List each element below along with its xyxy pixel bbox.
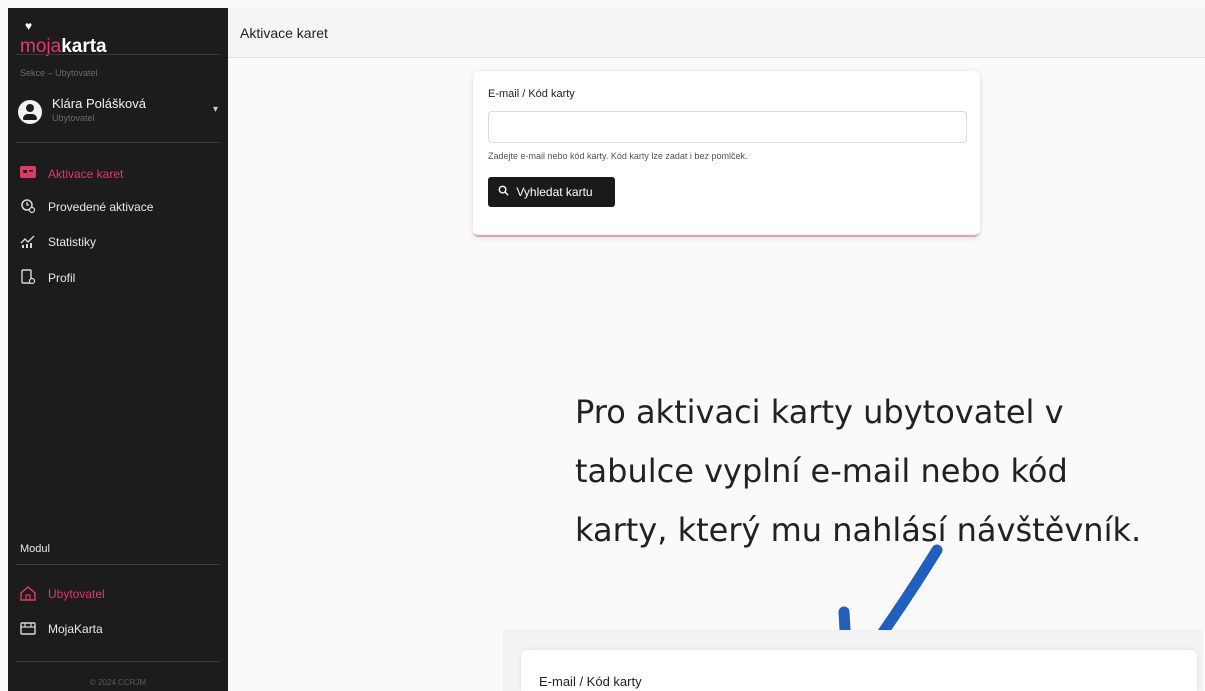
preview-panel: E-mail / Kód karty (503, 630, 1203, 691)
divider (16, 661, 220, 662)
search-card-button[interactable]: Vyhledat kartu (488, 177, 615, 207)
field-label: E-mail / Kód karty (488, 88, 575, 100)
sidebar: ♥ mojakarta Sekce – Ubytovatel Klára Pol… (8, 8, 228, 691)
card-icon (20, 165, 36, 181)
page-title: Aktivace karet (240, 25, 328, 41)
module-item-ubytovatel[interactable]: Ubytovatel (20, 582, 220, 606)
user-menu[interactable]: Klára Polášková Ubytovatel ▾ (18, 96, 218, 136)
user-role: Ubytovatel (52, 113, 95, 123)
preview-field-label: E-mail / Kód karty (539, 674, 642, 689)
user-name: Klára Polášková (52, 96, 146, 111)
search-icon (498, 185, 512, 199)
topbar: Aktivace karet (228, 8, 1205, 58)
sidebar-item-label: Statistiky (48, 235, 97, 249)
section-label: Sekce – Ubytovatel (20, 68, 98, 78)
search-card-button-label: Vyhledat kartu (516, 185, 593, 199)
divider (16, 54, 220, 55)
history-icon (20, 198, 36, 214)
divider (16, 564, 220, 565)
search-card: E-mail / Kód karty Zadejte e-mail nebo k… (473, 71, 980, 237)
chart-icon (20, 233, 36, 249)
house-icon (20, 585, 36, 601)
email-or-card-input[interactable] (488, 111, 967, 143)
module-item-mojakarta[interactable]: MojaKarta (20, 617, 220, 641)
sidebar-item-label: Aktivace karet (48, 167, 124, 181)
annotation-line: Pro aktivaci karty ubytovatel v (575, 393, 1064, 431)
heart-icon: ♥ (25, 19, 33, 33)
chevron-down-icon[interactable]: ▾ (213, 104, 218, 115)
module-item-label: MojaKarta (48, 622, 103, 636)
annotation-line: tabulce vyplní e-mail nebo kód (575, 452, 1068, 490)
sidebar-item-aktivace-karet[interactable]: Aktivace karet (20, 162, 220, 186)
module-item-label: Ubytovatel (48, 587, 105, 601)
annotation-text: Pro aktivaci karty ubytovatel v tabulce … (575, 383, 1195, 560)
profile-icon (20, 269, 36, 285)
field-help: Zadejte e-mail nebo kód karty. Kód karty… (488, 151, 748, 161)
sidebar-item-profil[interactable]: Profil (20, 266, 220, 290)
sidebar-item-label: Profil (48, 271, 76, 285)
avatar (18, 100, 42, 124)
store-icon (20, 620, 36, 636)
divider (16, 142, 220, 143)
module-heading: Modul (20, 543, 50, 555)
sidebar-item-label: Provedené aktivace (48, 200, 154, 214)
sidebar-item-provedene-aktivace[interactable]: Provedené aktivace (20, 195, 220, 219)
sidebar-item-statistiky[interactable]: Statistiky (20, 230, 220, 254)
preview-card: E-mail / Kód karty (521, 650, 1197, 691)
footer-copyright: © 2024 CCRJM (89, 678, 147, 687)
